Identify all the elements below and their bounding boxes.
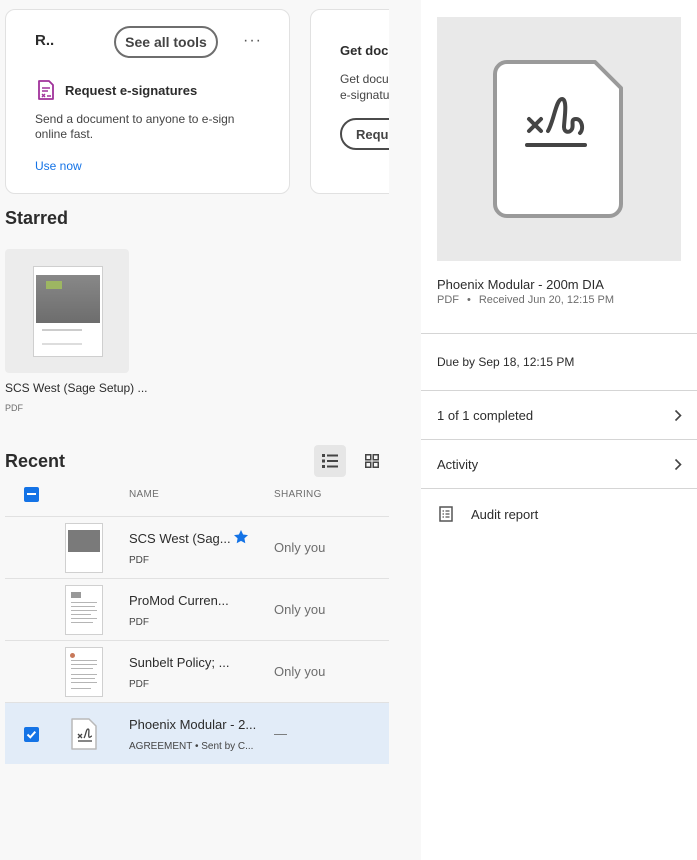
- activity-label: Activity: [437, 457, 479, 472]
- sharing-column-header[interactable]: SHARING: [274, 489, 322, 500]
- table-row[interactable]: ProMod Curren... PDF Only you: [5, 578, 389, 640]
- promo-card-description: Get docu e-signatu: [340, 71, 389, 103]
- starred-file-name[interactable]: SCS West (Sage Setup) ...: [5, 381, 148, 395]
- home-pane: R.. See all tools ··· Request e-signatur…: [0, 0, 421, 860]
- divider: [421, 390, 697, 391]
- row-checkbox[interactable]: [24, 727, 39, 742]
- promo-desc-line1: Get docu: [340, 72, 389, 86]
- divider: [421, 488, 697, 489]
- grid-view-icon: [365, 454, 379, 468]
- file-thumbnail: [65, 585, 103, 635]
- completed-label: 1 of 1 completed: [437, 408, 534, 423]
- file-preview[interactable]: [437, 17, 681, 261]
- file-type: PDF: [129, 679, 149, 690]
- details-received: Received Jun 20, 12:15 PM: [478, 294, 614, 306]
- table-row[interactable]: SCS West (Sag... PDF Only you: [5, 516, 389, 578]
- file-name[interactable]: Phoenix Modular - 2...: [129, 717, 256, 732]
- star-icon[interactable]: [233, 529, 249, 545]
- file-name[interactable]: ProMod Curren...: [129, 593, 229, 608]
- file-thumbnail: [65, 647, 103, 697]
- e-signature-icon: [38, 80, 54, 100]
- grid-view-button[interactable]: [356, 445, 388, 477]
- starred-heading: Starred: [5, 208, 69, 228]
- details-file-type: PDF: [437, 294, 459, 306]
- checkmark-icon: [26, 731, 37, 739]
- table-row-selected[interactable]: Phoenix Modular - 2... AGREEMENT • Sent …: [5, 702, 389, 764]
- audit-report-icon[interactable]: [439, 506, 453, 522]
- file-thumbnail: [65, 523, 103, 573]
- details-panel: Phoenix Modular - 200m DIA PDF • Received …: [421, 0, 697, 860]
- promo-desc-line2: e-signatu: [340, 88, 389, 102]
- select-all-checkbox[interactable]: [24, 487, 39, 502]
- agreement-file-icon: [71, 718, 97, 750]
- details-meta: PDF • Received Jun 20, 12:15 PM: [437, 294, 614, 306]
- sharing-status: Only you: [274, 540, 326, 555]
- activity-row[interactable]: Activity: [437, 457, 682, 472]
- document-thumbnail: [33, 266, 103, 357]
- chevron-right-icon: [674, 409, 682, 422]
- starred-file-thumbnail[interactable]: [5, 249, 129, 373]
- name-column-header[interactable]: NAME: [129, 489, 159, 500]
- agreement-preview-icon: [493, 60, 623, 218]
- file-type: PDF: [129, 555, 149, 566]
- starred-file-type: PDF: [5, 403, 23, 413]
- more-options-icon[interactable]: ···: [243, 32, 262, 50]
- table-row[interactable]: Sunbelt Policy; ... PDF Only you: [5, 640, 389, 702]
- divider: [421, 333, 697, 334]
- file-name[interactable]: Sunbelt Policy; ...: [129, 655, 229, 670]
- due-date: Due by Sep 18, 12:15 PM: [437, 355, 575, 369]
- promo-card: Get docu Get docu e-signatu Reque: [310, 9, 389, 194]
- details-title: Phoenix Modular - 200m DIA: [437, 277, 604, 292]
- tools-card: R.. See all tools ··· Request e-signatur…: [5, 9, 290, 194]
- list-view-button[interactable]: [314, 445, 346, 477]
- sharing-status: Only you: [274, 664, 326, 679]
- sharing-status: Only you: [274, 602, 326, 617]
- promo-card-title: Get docu: [340, 43, 389, 58]
- chevron-right-icon: [674, 458, 682, 471]
- tools-card-title: R..: [35, 32, 55, 49]
- completed-row[interactable]: 1 of 1 completed: [437, 408, 682, 423]
- promo-request-button[interactable]: Reque: [340, 118, 389, 150]
- tools-carousel: R.. See all tools ··· Request e-signatur…: [0, 0, 389, 200]
- audit-report-link[interactable]: Audit report: [471, 507, 538, 522]
- tool-description: Send a document to anyone to e-sign onli…: [35, 112, 235, 141]
- see-all-tools-button[interactable]: See all tools: [114, 26, 218, 58]
- recent-heading: Recent: [5, 451, 66, 471]
- file-type: AGREEMENT • Sent by C...: [129, 741, 254, 752]
- tool-name: Request e-signatures: [65, 83, 198, 98]
- list-view-icon: [322, 454, 338, 468]
- file-type: PDF: [129, 617, 149, 628]
- meta-separator: •: [467, 294, 471, 306]
- use-now-link[interactable]: Use now: [35, 159, 82, 173]
- sharing-status: —: [274, 726, 287, 741]
- file-name[interactable]: SCS West (Sag...: [129, 531, 231, 546]
- divider: [421, 439, 697, 440]
